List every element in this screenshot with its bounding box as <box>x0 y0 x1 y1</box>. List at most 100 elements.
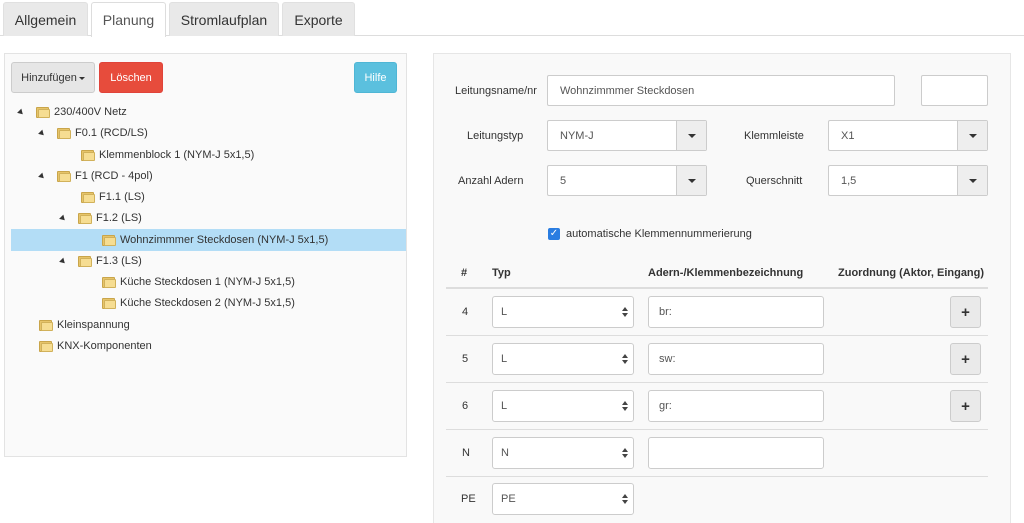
typ-value: L <box>501 400 508 412</box>
tree-item-label: F1.1 (LS) <box>99 191 145 203</box>
bezeichnung-input[interactable]: gr: <box>648 390 824 422</box>
tree-item-label: 230/400V Netz <box>54 106 127 118</box>
tree-item-klemmenblock-1[interactable]: Klemmenblock 1 (NYM-J 5x1,5) <box>81 145 254 165</box>
tree-item-kleinspannung[interactable]: Kleinspannung <box>39 315 130 335</box>
tab-bar: Allgemein Planung Stromlaufplan Exporte <box>0 0 1024 37</box>
tab-allgemein[interactable]: Allgemein <box>3 2 88 36</box>
column-header-bezeichnung: Adern-/Klemmenbezeichnung <box>648 267 804 279</box>
tab-exporte[interactable]: Exporte <box>282 2 355 36</box>
column-header-num: # <box>461 267 468 279</box>
add-button-label: Hinzufügen <box>21 71 77 84</box>
folder-icon <box>39 340 53 352</box>
leitungstyp-value: NYM-J <box>560 129 594 142</box>
leitungsname-input[interactable]: Wohnzimmmer Steckdosen <box>547 75 895 106</box>
tree-item-label: F1 (RCD - 4pol) <box>75 170 153 182</box>
add-assignment-button[interactable]: + <box>950 343 981 375</box>
tab-planung[interactable]: Planung <box>91 2 166 37</box>
extra-input[interactable] <box>921 75 988 106</box>
add-assignment-button[interactable]: + <box>950 296 981 328</box>
tree-item-kueche-steckdosen-2[interactable]: Küche Steckdosen 2 (NYM-J 5x1,5) <box>102 293 295 313</box>
folder-icon <box>78 212 92 224</box>
folder-icon <box>81 191 95 203</box>
row-divider <box>446 476 988 477</box>
dropdown-toggle[interactable] <box>676 166 706 195</box>
folder-icon <box>102 234 116 246</box>
delete-button[interactable]: Löschen <box>99 62 163 93</box>
querschnitt-label: Querschnitt <box>746 175 803 187</box>
table-header-divider <box>446 287 988 289</box>
tree-item-kueche-steckdosen-1[interactable]: Küche Steckdosen 1 (NYM-J 5x1,5) <box>102 272 295 292</box>
tree-item-label: Küche Steckdosen 2 (NYM-J 5x1,5) <box>120 297 295 309</box>
row-number: N <box>462 447 470 459</box>
updown-arrows-icon <box>622 448 628 458</box>
updown-arrows-icon <box>622 401 628 411</box>
folder-icon <box>102 297 116 309</box>
adern-select[interactable]: 5 <box>547 165 707 196</box>
row-divider <box>446 335 988 336</box>
updown-arrows-icon <box>622 307 628 317</box>
adern-value: 5 <box>560 174 567 187</box>
adern-label: Anzahl Adern <box>458 175 524 187</box>
expanded-toggle-icon[interactable] <box>38 172 46 180</box>
typ-value: L <box>501 306 508 318</box>
tree-item-230-400v-netz[interactable]: 230/400V Netz <box>17 102 127 122</box>
caret-down-icon <box>968 133 977 138</box>
expanded-toggle-icon[interactable] <box>17 108 25 116</box>
typ-select[interactable]: PE <box>492 483 634 515</box>
leitungsname-label: Leitungsname/nr <box>455 85 537 97</box>
typ-select[interactable]: L <box>492 343 634 375</box>
tree-item-label: Wohnzimmmer Steckdosen (NYM-J 5x1,5) <box>120 234 329 246</box>
dropdown-toggle[interactable] <box>957 121 987 150</box>
column-header-typ: Typ <box>492 267 511 279</box>
querschnitt-select[interactable]: 1,5 <box>828 165 988 196</box>
bezeichnung-input[interactable] <box>648 437 824 469</box>
bezeichnung-input[interactable]: br: <box>648 296 824 328</box>
folder-icon <box>57 127 71 139</box>
caret-down-icon <box>968 178 977 183</box>
tree-item-knx-komponenten[interactable]: KNX-Komponenten <box>39 336 152 356</box>
tree-item-label: Klemmenblock 1 (NYM-J 5x1,5) <box>99 149 255 161</box>
querschnitt-value: 1,5 <box>841 174 857 187</box>
row-divider <box>446 382 988 383</box>
tree-item-label: Küche Steckdosen 1 (NYM-J 5x1,5) <box>120 276 295 288</box>
typ-select[interactable]: N <box>492 437 634 469</box>
tree-item-label: F1.2 (LS) <box>96 212 142 224</box>
dropdown-toggle[interactable] <box>676 121 706 150</box>
typ-select[interactable]: L <box>492 296 634 328</box>
row-number: 4 <box>462 306 469 318</box>
tree-item-label: F0.1 (RCD/LS) <box>75 127 148 139</box>
tree-item-f1-1[interactable]: F1.1 (LS) <box>81 187 145 207</box>
expanded-toggle-icon[interactable] <box>59 214 67 222</box>
caret-down-icon <box>78 77 85 80</box>
folder-icon <box>39 319 53 331</box>
tab-stromlaufplan[interactable]: Stromlaufplan <box>169 2 279 36</box>
typ-value: L <box>501 353 508 365</box>
row-divider <box>446 429 988 430</box>
auto-numbering-checkbox[interactable]: ✓ <box>548 228 560 240</box>
dropdown-toggle[interactable] <box>957 166 987 195</box>
add-dropdown-button[interactable]: Hinzufügen <box>11 62 95 93</box>
updown-arrows-icon <box>622 494 628 504</box>
leitungstyp-select[interactable]: NYM-J <box>547 120 707 151</box>
help-button[interactable]: Hilfe <box>354 62 397 93</box>
tree-item-f1[interactable]: F1 (RCD - 4pol) <box>38 166 153 186</box>
folder-icon <box>57 170 71 182</box>
row-number: 6 <box>462 400 469 412</box>
leitungstyp-label: Leitungstyp <box>467 130 524 142</box>
caret-down-icon <box>687 133 696 138</box>
tree-item-f1-3[interactable]: F1.3 (LS) <box>59 251 142 271</box>
expanded-toggle-icon[interactable] <box>59 257 67 265</box>
bezeichnung-input[interactable]: sw: <box>648 343 824 375</box>
add-assignment-button[interactable]: + <box>950 390 981 422</box>
caret-down-icon <box>687 178 696 183</box>
tree-item-wohnzimmer-steckdosen[interactable]: Wohnzimmmer Steckdosen (NYM-J 5x1,5) <box>102 230 328 250</box>
tree-item-f0-1[interactable]: F0.1 (RCD/LS) <box>38 123 148 143</box>
klemmleiste-select[interactable]: X1 <box>828 120 988 151</box>
folder-icon <box>102 276 116 288</box>
row-number: 5 <box>462 353 469 365</box>
folder-icon <box>36 106 50 118</box>
typ-select[interactable]: L <box>492 390 634 422</box>
column-header-zuordnung: Zuordnung (Aktor, Eingang) <box>838 267 985 279</box>
tree-item-f1-2[interactable]: F1.2 (LS) <box>59 208 142 228</box>
expanded-toggle-icon[interactable] <box>38 129 46 137</box>
